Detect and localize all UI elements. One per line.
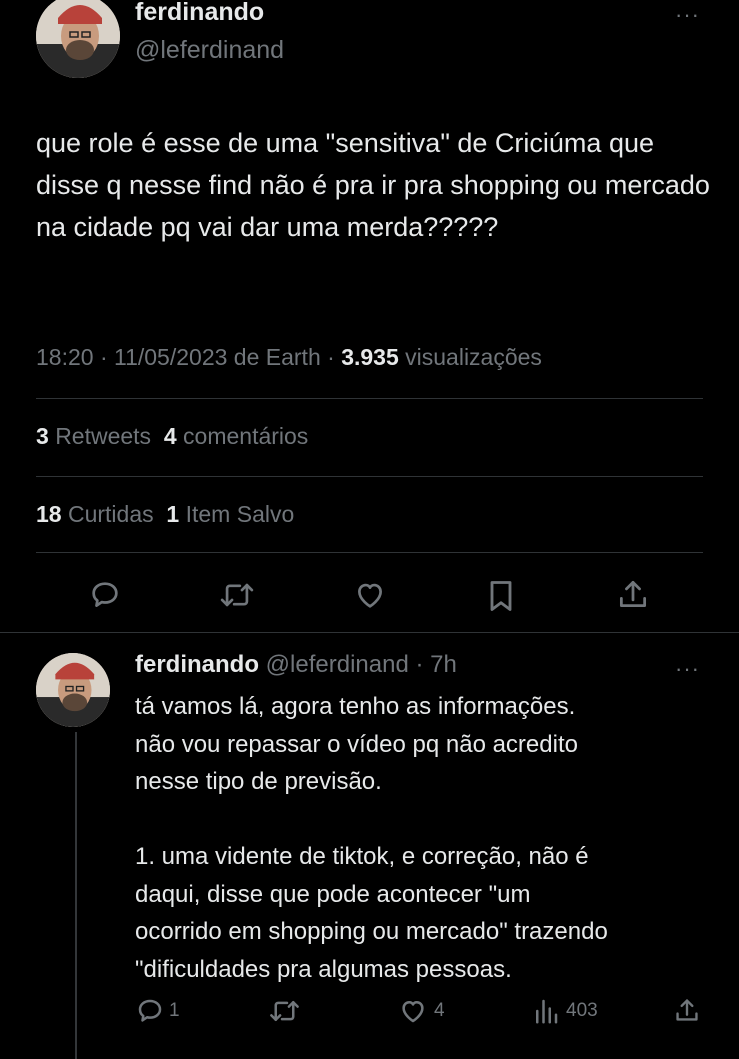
tweet-meta: 18:20 · 11/05/2023 de Earth · 3.935 visu… [36,344,542,371]
retweets-stat[interactable]: 3 Retweets [36,423,151,449]
thread-line [75,732,77,1059]
reply-like-count: 4 [434,1000,445,1021]
reply-reply-count: 1 [169,1000,180,1021]
reply-like-button[interactable]: 4 [398,996,445,1026]
likes-stat[interactable]: 18 Curtidas [36,501,154,527]
comments-count: 4 [163,423,177,449]
heart-icon [402,1001,424,1023]
reply-button[interactable] [88,578,122,612]
retweet-arrows-icon [270,1001,299,1021]
views-label: visualizações [405,344,542,370]
views-count: 3.935 [341,344,399,370]
likes-count: 18 [36,501,62,527]
tweet-timestamp[interactable]: 18:20 · 11/05/2023 de Earth · [36,344,335,370]
speech-bubble-icon [92,582,118,607]
section-divider [0,632,739,633]
retweet-comment-stats: 3 Retweets 4 comentários [36,423,308,450]
more-options-icon[interactable]: ··· [675,4,700,26]
share-button[interactable] [617,576,649,612]
retweet-arrows-icon [220,583,254,607]
saved-stat[interactable]: 1 Item Salvo [166,501,294,527]
reply-handle-time[interactable]: @leferdinand · 7h [266,651,457,678]
like-button[interactable] [353,578,387,612]
retweet-button[interactable] [218,578,256,612]
reply-header: ferdinando @leferdinand · 7h [135,651,457,679]
reply-reply-button[interactable]: 1 [135,996,180,1026]
tweet-text: que role é esse de uma "sensitiva" de Cr… [36,128,710,242]
display-name[interactable]: ferdinando [135,0,264,27]
divider [36,476,703,477]
retweets-label: Retweets [55,423,152,449]
share-upload-icon [619,580,647,608]
reply-more-options-icon[interactable]: ··· [675,658,700,680]
speech-bubble-icon [138,999,162,1022]
reply-avatar[interactable] [36,653,110,727]
reply-display-name[interactable]: ferdinando [135,651,259,678]
comments-label: comentários [183,423,309,449]
retweets-count: 3 [36,423,49,449]
saved-count: 1 [166,501,180,527]
reply-views-button[interactable]: 403 [533,996,598,1026]
likes-saved-stats: 18 Curtidas 1 Item Salvo [36,501,294,528]
reply-share-button[interactable] [674,994,700,1031]
reply-view-count: 403 [566,1000,598,1021]
reply-retweet-button[interactable] [268,996,301,1031]
comments-stat[interactable]: 4 comentários [164,423,308,449]
bar-chart-icon [536,999,558,1024]
divider [36,398,703,399]
bookmark-icon [490,581,512,611]
user-handle[interactable]: @leferdinand [135,36,284,65]
likes-label: Curtidas [67,501,154,527]
reply-text: tá vamos lá, agora tenho as informações.… [135,693,608,983]
saved-label: Item Salvo [185,501,295,527]
heart-icon [358,583,382,608]
bookmark-button[interactable] [486,578,516,614]
divider [36,552,703,553]
avatar[interactable] [36,0,120,78]
share-upload-icon [676,999,698,1021]
